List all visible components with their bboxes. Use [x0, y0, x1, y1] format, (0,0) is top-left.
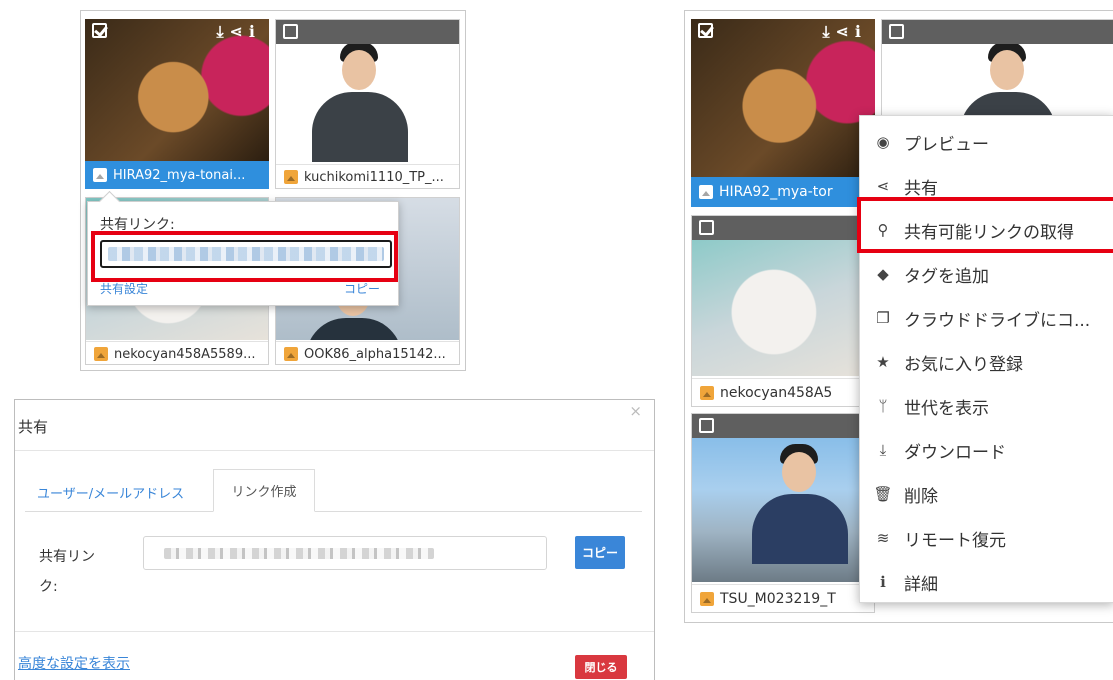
blurred-link-text [164, 548, 434, 559]
image-file-icon [700, 386, 714, 400]
checkbox-icon[interactable] [699, 220, 714, 235]
menu-item-favorite[interactable]: ★ お気に入り登録 [860, 340, 1113, 384]
person-with-camera-photo [692, 414, 874, 582]
close-x-icon[interactable]: × [629, 402, 642, 420]
file-name: HIRA92_mya-tonai... [113, 167, 246, 183]
tag-icon: ◆ [877, 265, 889, 283]
advanced-settings-link[interactable]: 高度な設定を表示 [18, 653, 130, 673]
tab-create-link[interactable]: リンク作成 [213, 469, 315, 512]
tab-user-email[interactable]: ユーザー/メールアドレス [37, 483, 184, 502]
menu-item-remote-restore[interactable]: ≋ リモート復元 [860, 516, 1113, 560]
image-file-icon [699, 185, 713, 199]
branch-icon: ᛘ [878, 397, 888, 415]
file-name: HIRA92_mya-tor [719, 184, 833, 200]
menu-item-copy-to-cloud[interactable]: ❐ クラウドドライブにコ... [860, 296, 1113, 340]
file-name: nekocyan458A5589... [114, 346, 256, 362]
file-tile[interactable]: kuchikomi1110_TP_... [275, 19, 460, 189]
checkbox-icon[interactable] [283, 24, 298, 39]
menu-item-label: タグを追加 [904, 266, 989, 287]
menu-item-details[interactable]: ℹ 詳細 [860, 560, 1113, 604]
file-name-row: OOK86_alpha15142... [276, 341, 459, 366]
share-link-field[interactable] [143, 536, 547, 570]
dialog-title: 共有 [18, 418, 49, 436]
image-file-icon [284, 170, 298, 184]
eye-icon: ◉ [876, 133, 890, 151]
wifi-icon: ≋ [876, 529, 890, 547]
share-link-label: 共有リン ク: [39, 549, 95, 595]
checkbox-icon[interactable] [889, 24, 904, 39]
image-file-icon [700, 592, 714, 606]
file-name: TSU_M023219_T [720, 591, 836, 607]
share-dialog: 共有 × ユーザー/メールアドレス リンク作成 共有リン ク: コピー 高度な設… [14, 399, 655, 680]
trash-icon: 🗑 [873, 485, 893, 503]
file-name-row: nekocyan458A5 [692, 378, 874, 407]
menu-item-label: 削除 [904, 486, 938, 507]
copy-icon: ❐ [876, 309, 890, 327]
right-file-grid: ⤓⋖ℹ HIRA92_mya-tor nekocyan458A5 TSU_M02… [684, 10, 1113, 623]
checkbox-checked-icon[interactable] [698, 23, 713, 38]
menu-item-label: クラウドドライブにコ... [904, 310, 1091, 331]
file-name-row: HIRA92_mya-tonai... [85, 163, 269, 187]
file-name-row: TSU_M023219_T [692, 584, 874, 613]
tile-action-icons[interactable]: ⤓⋖ℹ [216, 22, 261, 42]
highlight-box [91, 231, 398, 282]
menu-item-label: 詳細 [904, 574, 938, 595]
menu-item-label: ダウンロード [904, 442, 1006, 463]
close-button[interactable]: 閉じる [575, 655, 627, 679]
highlight-box [857, 197, 1113, 253]
tab-label: リンク作成 [231, 485, 297, 500]
menu-item-label: 世代を表示 [904, 398, 989, 419]
star-icon: ★ [876, 353, 890, 371]
menu-item-label: プレビュー [904, 134, 989, 155]
menu-item-label: お気に入り登録 [904, 354, 1023, 375]
image-file-icon [93, 168, 107, 182]
image-file-icon [94, 347, 108, 361]
checkbox-icon[interactable] [699, 418, 714, 433]
menu-item-delete[interactable]: 🗑 削除 [860, 472, 1113, 516]
info-icon: ℹ [880, 573, 886, 591]
cat-photo [691, 19, 875, 177]
share-icon: ⋖ [876, 177, 890, 195]
copy-button[interactable]: コピー [575, 536, 625, 569]
file-name: nekocyan458A5 [720, 385, 833, 401]
file-name-row: kuchikomi1110_TP_... [276, 164, 459, 189]
file-name: kuchikomi1110_TP_... [304, 169, 444, 185]
file-tile[interactable]: ⤓⋖ℹ HIRA92_mya-tonai... [85, 19, 269, 189]
share-settings-link[interactable]: 共有設定 [100, 280, 148, 297]
menu-item-label: 共有 [904, 178, 938, 199]
file-name: OOK86_alpha15142... [304, 346, 446, 362]
cat-photo [692, 216, 874, 376]
checkbox-checked-icon[interactable] [92, 23, 107, 38]
file-tile[interactable]: TSU_M023219_T [691, 413, 875, 613]
menu-item-versions[interactable]: ᛘ 世代を表示 [860, 384, 1113, 428]
file-name-row: nekocyan458A5589... [86, 341, 268, 366]
download-icon: ⤓ [879, 441, 887, 459]
tile-action-icons[interactable]: ⤓⋖ℹ [822, 22, 867, 42]
context-menu: ◉ プレビュー ⋖ 共有 ⚲ 共有可能リンクの取得 ◆ タグを追加 ❐ クラウド… [859, 115, 1113, 603]
left-file-grid: ⤓⋖ℹ HIRA92_mya-tonai... kuchikomi1110_TP… [80, 10, 466, 371]
file-tile[interactable]: nekocyan458A5 [691, 215, 875, 407]
menu-item-preview[interactable]: ◉ プレビュー [860, 120, 1113, 164]
menu-item-download[interactable]: ⤓ ダウンロード [860, 428, 1113, 472]
menu-item-label: リモート復元 [904, 530, 1006, 551]
menu-item-add-tag[interactable]: ◆ タグを追加 [860, 252, 1113, 296]
file-tile[interactable]: ⤓⋖ℹ HIRA92_mya-tor [691, 19, 875, 207]
image-file-icon [284, 347, 298, 361]
copy-link[interactable]: コピー [344, 280, 380, 297]
file-name-row: HIRA92_mya-tor [691, 179, 875, 205]
